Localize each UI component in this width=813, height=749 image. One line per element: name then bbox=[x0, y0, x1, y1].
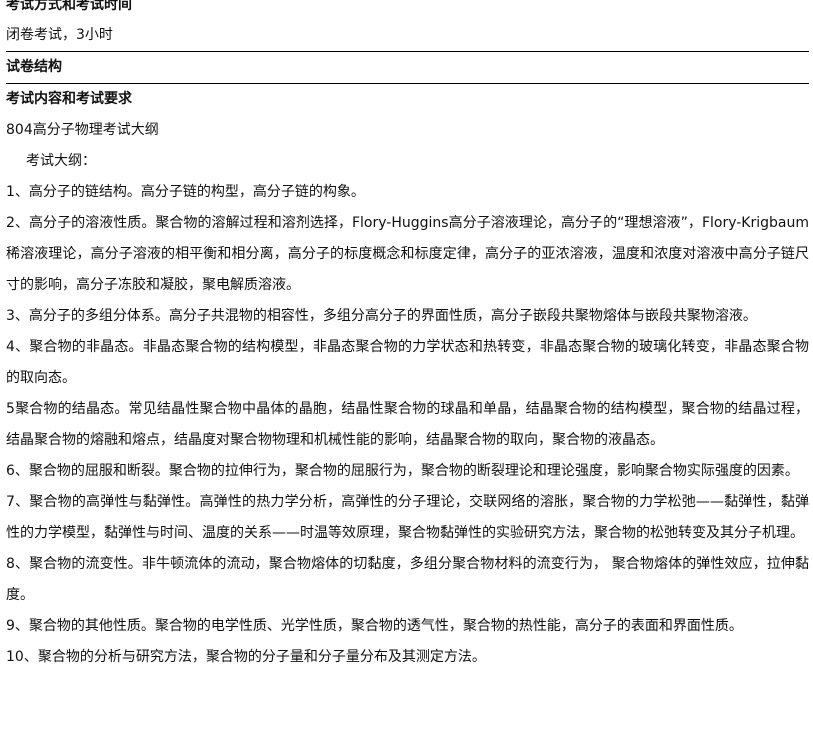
exam-method-heading: 考试方式和考试时间 bbox=[6, 0, 132, 13]
exam-syllabus-page: 考试方式和考试时间 闭卷考试，3小时 试卷结构 考试内容和考试要求 804高分子… bbox=[0, 0, 813, 746]
outline-item-5: 5聚合物的结晶态。常见结晶性聚合物中晶体的晶胞，结晶性聚合物的球晶和单晶，结晶聚… bbox=[6, 401, 809, 448]
outline-item-8: 8、聚合物的流变性。非牛顿流体的流动，聚合物熔体的切黏度，多组分聚合物材料的流变… bbox=[6, 556, 809, 603]
outline-item-3: 3、高分子的多组分体系。高分子共混物的相容性，多组分高分子的界面性质，高分子嵌段… bbox=[6, 308, 757, 324]
outline-item-2: 2、高分子的溶液性质。聚合物的溶解过程和溶剂选择，Flory-Huggins高分… bbox=[6, 215, 809, 293]
exam-content-heading: 考试内容和考试要求 bbox=[6, 91, 132, 107]
outline-item-6: 6、聚合物的屈服和断裂。聚合物的拉伸行为，聚合物的屈服行为，聚合物的断裂理论和理… bbox=[6, 463, 799, 479]
outline-item-4: 4、聚合物的非晶态。非晶态聚合物的结构模型，非晶态聚合物的力学状态和热转变，非晶… bbox=[6, 339, 809, 386]
outline-item-10: 10、聚合物的分析与研究方法，聚合物的分子量和分子量分布及其测定方法。 bbox=[6, 649, 486, 665]
exam-method-value: 闭卷考试，3小时 bbox=[6, 27, 113, 43]
course-title: 804高分子物理考试大纲 bbox=[6, 122, 159, 138]
paper-structure-heading: 试卷结构 bbox=[6, 59, 62, 75]
outline-item-9: 9、聚合物的其他性质。聚合物的电学性质、光学性质，聚合物的透气性，聚合物的热性能… bbox=[6, 618, 743, 634]
outline-label: 考试大纲： bbox=[26, 153, 96, 169]
outline-item-1: 1、高分子的链结构。高分子链的构型，高分子链的构象。 bbox=[6, 184, 365, 200]
outline-item-7: 7、聚合物的高弹性与黏弹性。高弹性的热力学分析，高弹性的分子理论，交联网络的溶胀… bbox=[6, 494, 809, 541]
